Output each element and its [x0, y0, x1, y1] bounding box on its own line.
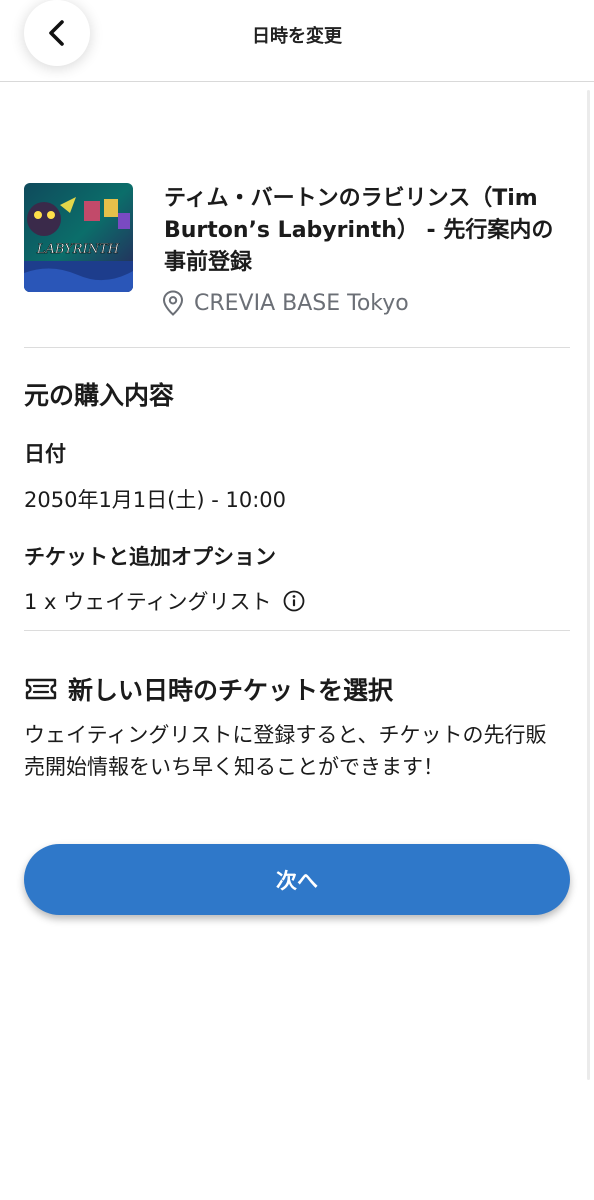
- waitlist-description: ウェイティングリストに登録すると、チケットの先行販売開始情報をいち早く知ることが…: [24, 723, 547, 779]
- ticket-item-row: 1 x ウェイティングリスト: [24, 586, 305, 616]
- date-value: 2050年1月1日(土) - 10:00: [24, 488, 286, 512]
- ticket-item: 1 x ウェイティングリスト: [24, 590, 272, 614]
- event-thumbnail: LABYRINTH: [24, 183, 133, 292]
- scrollbar[interactable]: [587, 90, 590, 1080]
- divider: [24, 347, 570, 348]
- poster-title-text: LABYRINTH: [36, 242, 120, 257]
- event-venue: CREVIA BASE Tokyo: [162, 290, 409, 316]
- top-bar: 日時を変更: [0, 0, 594, 82]
- divider: [24, 630, 570, 631]
- new-ticket-heading: 新しい日時のチケットを選択: [68, 676, 394, 705]
- venue-name: CREVIA BASE Tokyo: [194, 290, 409, 316]
- tickets-label: チケットと追加オプション: [24, 545, 276, 569]
- event-title: ティム・バートンのラビリンス（Tim Burton’s Labyrinth） -…: [164, 186, 554, 275]
- page-title: 日時を変更: [252, 26, 342, 47]
- location-pin-icon: [162, 290, 184, 316]
- new-ticket-heading-row: 新しい日時のチケットを選択: [24, 671, 393, 707]
- next-button[interactable]: 次へ: [24, 844, 570, 915]
- date-label: 日付: [24, 442, 66, 466]
- info-icon[interactable]: [283, 590, 305, 612]
- original-purchase-heading: 元の購入内容: [24, 381, 175, 410]
- ticket-icon: [25, 678, 57, 700]
